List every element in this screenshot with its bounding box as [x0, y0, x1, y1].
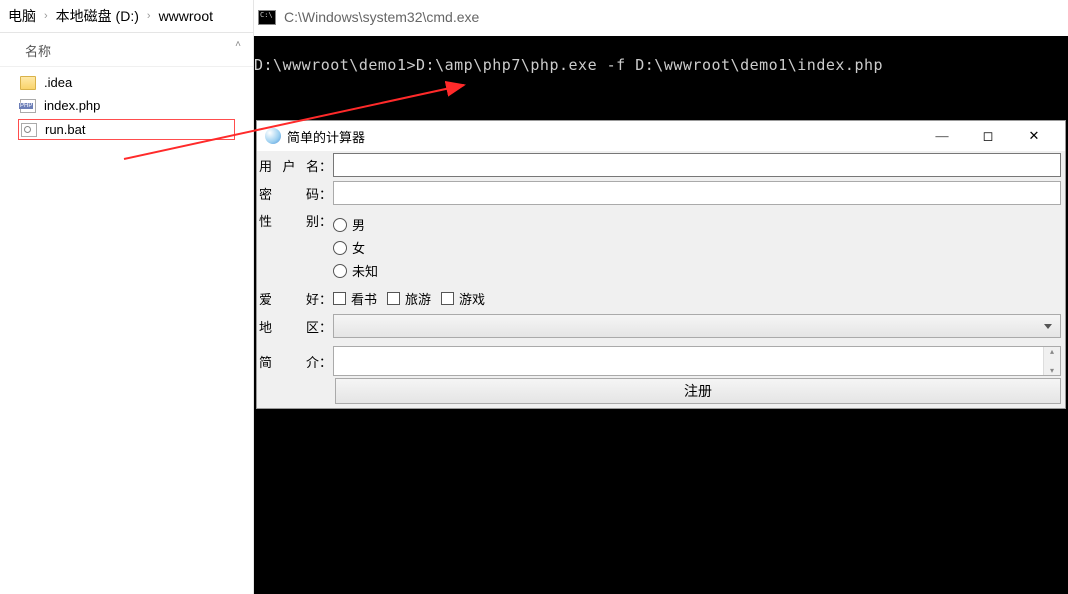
username-input[interactable]	[333, 153, 1061, 177]
checkbox-icon	[333, 292, 346, 305]
crumb-folder[interactable]: wwwroot	[159, 8, 213, 24]
colon: ：	[319, 352, 333, 371]
scroll-up-icon[interactable]: ▴	[1050, 347, 1054, 356]
check-label: 游戏	[459, 289, 485, 308]
row-username: 用户名 ：	[257, 151, 1065, 179]
php-file-icon	[20, 99, 36, 113]
file-name: run.bat	[45, 122, 85, 137]
row-hobby: 爱好 ： 看书 旅游 游戏	[257, 284, 1065, 312]
cmd-output-line: D:\wwwroot\demo1>D:\amp\php7\php.exe -f …	[254, 36, 1068, 74]
crumb-pc[interactable]: 电脑	[8, 6, 36, 26]
check-reading[interactable]: 看书	[333, 289, 377, 308]
row-submit: 注册	[257, 376, 1065, 408]
cmd-title-text: C:\Windows\system32\cmd.exe	[284, 9, 479, 25]
colon: ：	[319, 156, 333, 175]
file-explorer-panel: 电脑 › 本地磁盘 (D:) › wwwroot 名称 ˄ .idea inde…	[0, 0, 254, 594]
label-gender: 性别	[257, 211, 319, 230]
label-region: 地区	[257, 317, 319, 336]
scroll-down-icon[interactable]: ▾	[1050, 366, 1054, 375]
colon: ：	[319, 211, 333, 230]
bat-file-icon	[21, 123, 37, 137]
radio-icon	[333, 264, 347, 278]
file-name: .idea	[44, 75, 72, 90]
chevron-right-icon: ›	[40, 10, 52, 22]
chevron-right-icon: ›	[143, 10, 155, 22]
intro-textarea[interactable]: ▴▾	[333, 346, 1061, 376]
hobby-check-group: 看书 旅游 游戏	[333, 285, 485, 312]
radio-male[interactable]: 男	[333, 215, 378, 234]
radio-label: 男	[352, 215, 365, 234]
file-name: index.php	[44, 98, 100, 113]
cmd-icon	[258, 10, 276, 25]
label-hobby: 爱好	[257, 289, 319, 308]
radio-unknown[interactable]: 未知	[333, 261, 378, 280]
scrollbar[interactable]: ▴▾	[1043, 347, 1060, 375]
colon: ：	[319, 317, 333, 336]
cmd-title-bar: C:\Windows\system32\cmd.exe	[258, 9, 479, 25]
checkbox-icon	[441, 292, 454, 305]
app-dialog-window: 简单的计算器 — ◻ ✕ 用户名 ： 密码 ： 性别 ： 男 女 未知 爱	[256, 120, 1066, 409]
app-icon	[265, 128, 281, 144]
check-game[interactable]: 游戏	[441, 289, 485, 308]
column-label: 名称	[25, 44, 51, 59]
gender-radio-group: 男 女 未知	[333, 211, 378, 284]
row-region: 地区 ：	[257, 312, 1065, 340]
label-username: 用户名	[257, 156, 319, 175]
password-input[interactable]	[333, 181, 1061, 205]
check-label: 看书	[351, 289, 377, 308]
file-item-bat-selected[interactable]: run.bat	[18, 119, 235, 140]
radio-female[interactable]: 女	[333, 238, 378, 257]
file-item-folder[interactable]: .idea	[0, 71, 253, 94]
radio-icon	[333, 241, 347, 255]
crumb-drive[interactable]: 本地磁盘 (D:)	[56, 6, 139, 26]
label-intro: 简介	[257, 352, 319, 371]
window-buttons: — ◻ ✕	[919, 122, 1057, 150]
colon: ：	[319, 184, 333, 203]
radio-label: 未知	[352, 261, 378, 280]
dialog-title: 简单的计算器	[287, 127, 919, 146]
column-header-name[interactable]: 名称 ˄	[0, 33, 253, 67]
close-button[interactable]: ✕	[1011, 122, 1057, 150]
sort-indicator-icon: ˄	[235, 39, 241, 50]
row-intro: 简介 ： ▴▾	[257, 346, 1065, 376]
radio-label: 女	[352, 238, 365, 257]
dialog-title-bar[interactable]: 简单的计算器 — ◻ ✕	[257, 121, 1065, 151]
check-travel[interactable]: 旅游	[387, 289, 431, 308]
breadcrumb[interactable]: 电脑 › 本地磁盘 (D:) › wwwroot	[0, 0, 253, 33]
region-combobox[interactable]	[333, 314, 1061, 338]
row-gender: 性别 ： 男 女 未知	[257, 207, 1065, 284]
folder-icon	[20, 76, 36, 90]
file-item-php[interactable]: index.php	[0, 94, 253, 117]
minimize-button[interactable]: —	[919, 122, 965, 150]
row-password: 密码 ：	[257, 179, 1065, 207]
radio-icon	[333, 218, 347, 232]
checkbox-icon	[387, 292, 400, 305]
file-list: .idea index.php run.bat	[0, 67, 253, 146]
dialog-body: 用户名 ： 密码 ： 性别 ： 男 女 未知 爱好 ： 看书 旅游 游戏	[257, 151, 1065, 408]
maximize-button[interactable]: ◻	[965, 122, 1011, 150]
label-password: 密码	[257, 184, 319, 203]
colon: ：	[319, 289, 333, 308]
check-label: 旅游	[405, 289, 431, 308]
register-button[interactable]: 注册	[335, 378, 1061, 404]
